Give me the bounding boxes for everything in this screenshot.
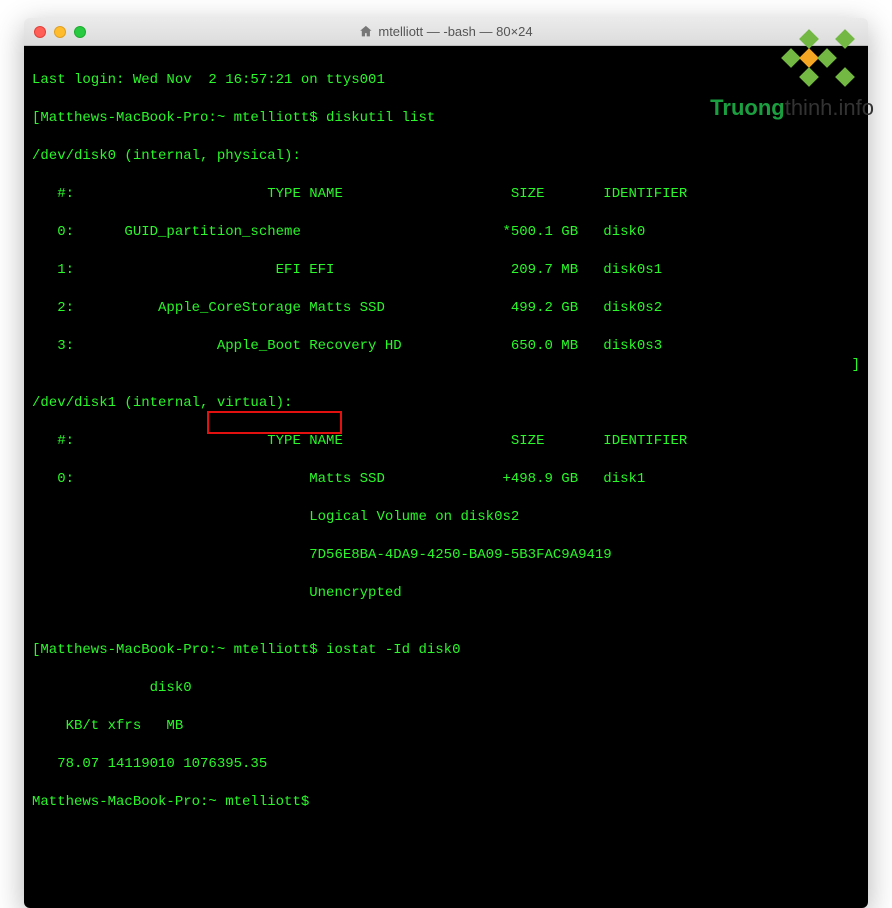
terminal-line: 1: EFI EFI 209.7 MB disk0s1: [32, 261, 860, 280]
terminal-line: Matthews-MacBook-Pro:~ mtelliott$: [32, 793, 860, 812]
terminal-line: #: TYPE NAME SIZE IDENTIFIER: [32, 432, 860, 451]
terminal-line: 78.07 14119010 1076395.35: [32, 755, 860, 774]
terminal-line: Logical Volume on disk0s2: [32, 508, 860, 527]
home-icon: [359, 25, 372, 38]
terminal-line: 7D56E8BA-4DA9-4250-BA09-5B3FAC9A9419: [32, 546, 860, 565]
highlight-box: [207, 411, 342, 434]
terminal-line: /dev/disk0 (internal, physical):: [32, 147, 860, 166]
terminal-line: KB/t xfrs MB: [32, 717, 860, 736]
terminal-line: 3: Apple_Boot Recovery HD 650.0 MB disk0…: [32, 337, 860, 356]
terminal-line: 2: Apple_CoreStorage Matts SSD 499.2 GB …: [32, 299, 860, 318]
terminal-line: 0: GUID_partition_scheme *500.1 GB disk0: [32, 223, 860, 242]
terminal-line: /dev/disk1 (internal, virtual):: [32, 394, 860, 413]
watermark: Truongthinh.info: [710, 30, 874, 121]
terminal-line: #: TYPE NAME SIZE IDENTIFIER: [32, 185, 860, 204]
minimize-button[interactable]: [54, 26, 66, 38]
terminal-body[interactable]: Last login: Wed Nov 2 16:57:21 on ttys00…: [24, 46, 868, 908]
watermark-text: Truongthinh.info: [710, 95, 874, 121]
close-button[interactable]: [34, 26, 46, 38]
window-title-text: mtelliott — -bash — 80×24: [378, 24, 532, 39]
terminal-line: disk0: [32, 679, 860, 698]
terminal-line: [Matthews-MacBook-Pro:~ mtelliott$ iosta…: [32, 641, 860, 660]
terminal-line: 0: Matts SSD +498.9 GB disk1: [32, 470, 860, 489]
maximize-button[interactable]: [74, 26, 86, 38]
watermark-logo: [782, 30, 854, 87]
traffic-lights: [34, 26, 86, 38]
right-bracket: ]: [852, 356, 860, 375]
terminal-window: mtelliott — -bash — 80×24 Last login: We…: [24, 18, 868, 908]
window-title: mtelliott — -bash — 80×24: [359, 24, 532, 39]
terminal-line: Unencrypted: [32, 584, 860, 603]
